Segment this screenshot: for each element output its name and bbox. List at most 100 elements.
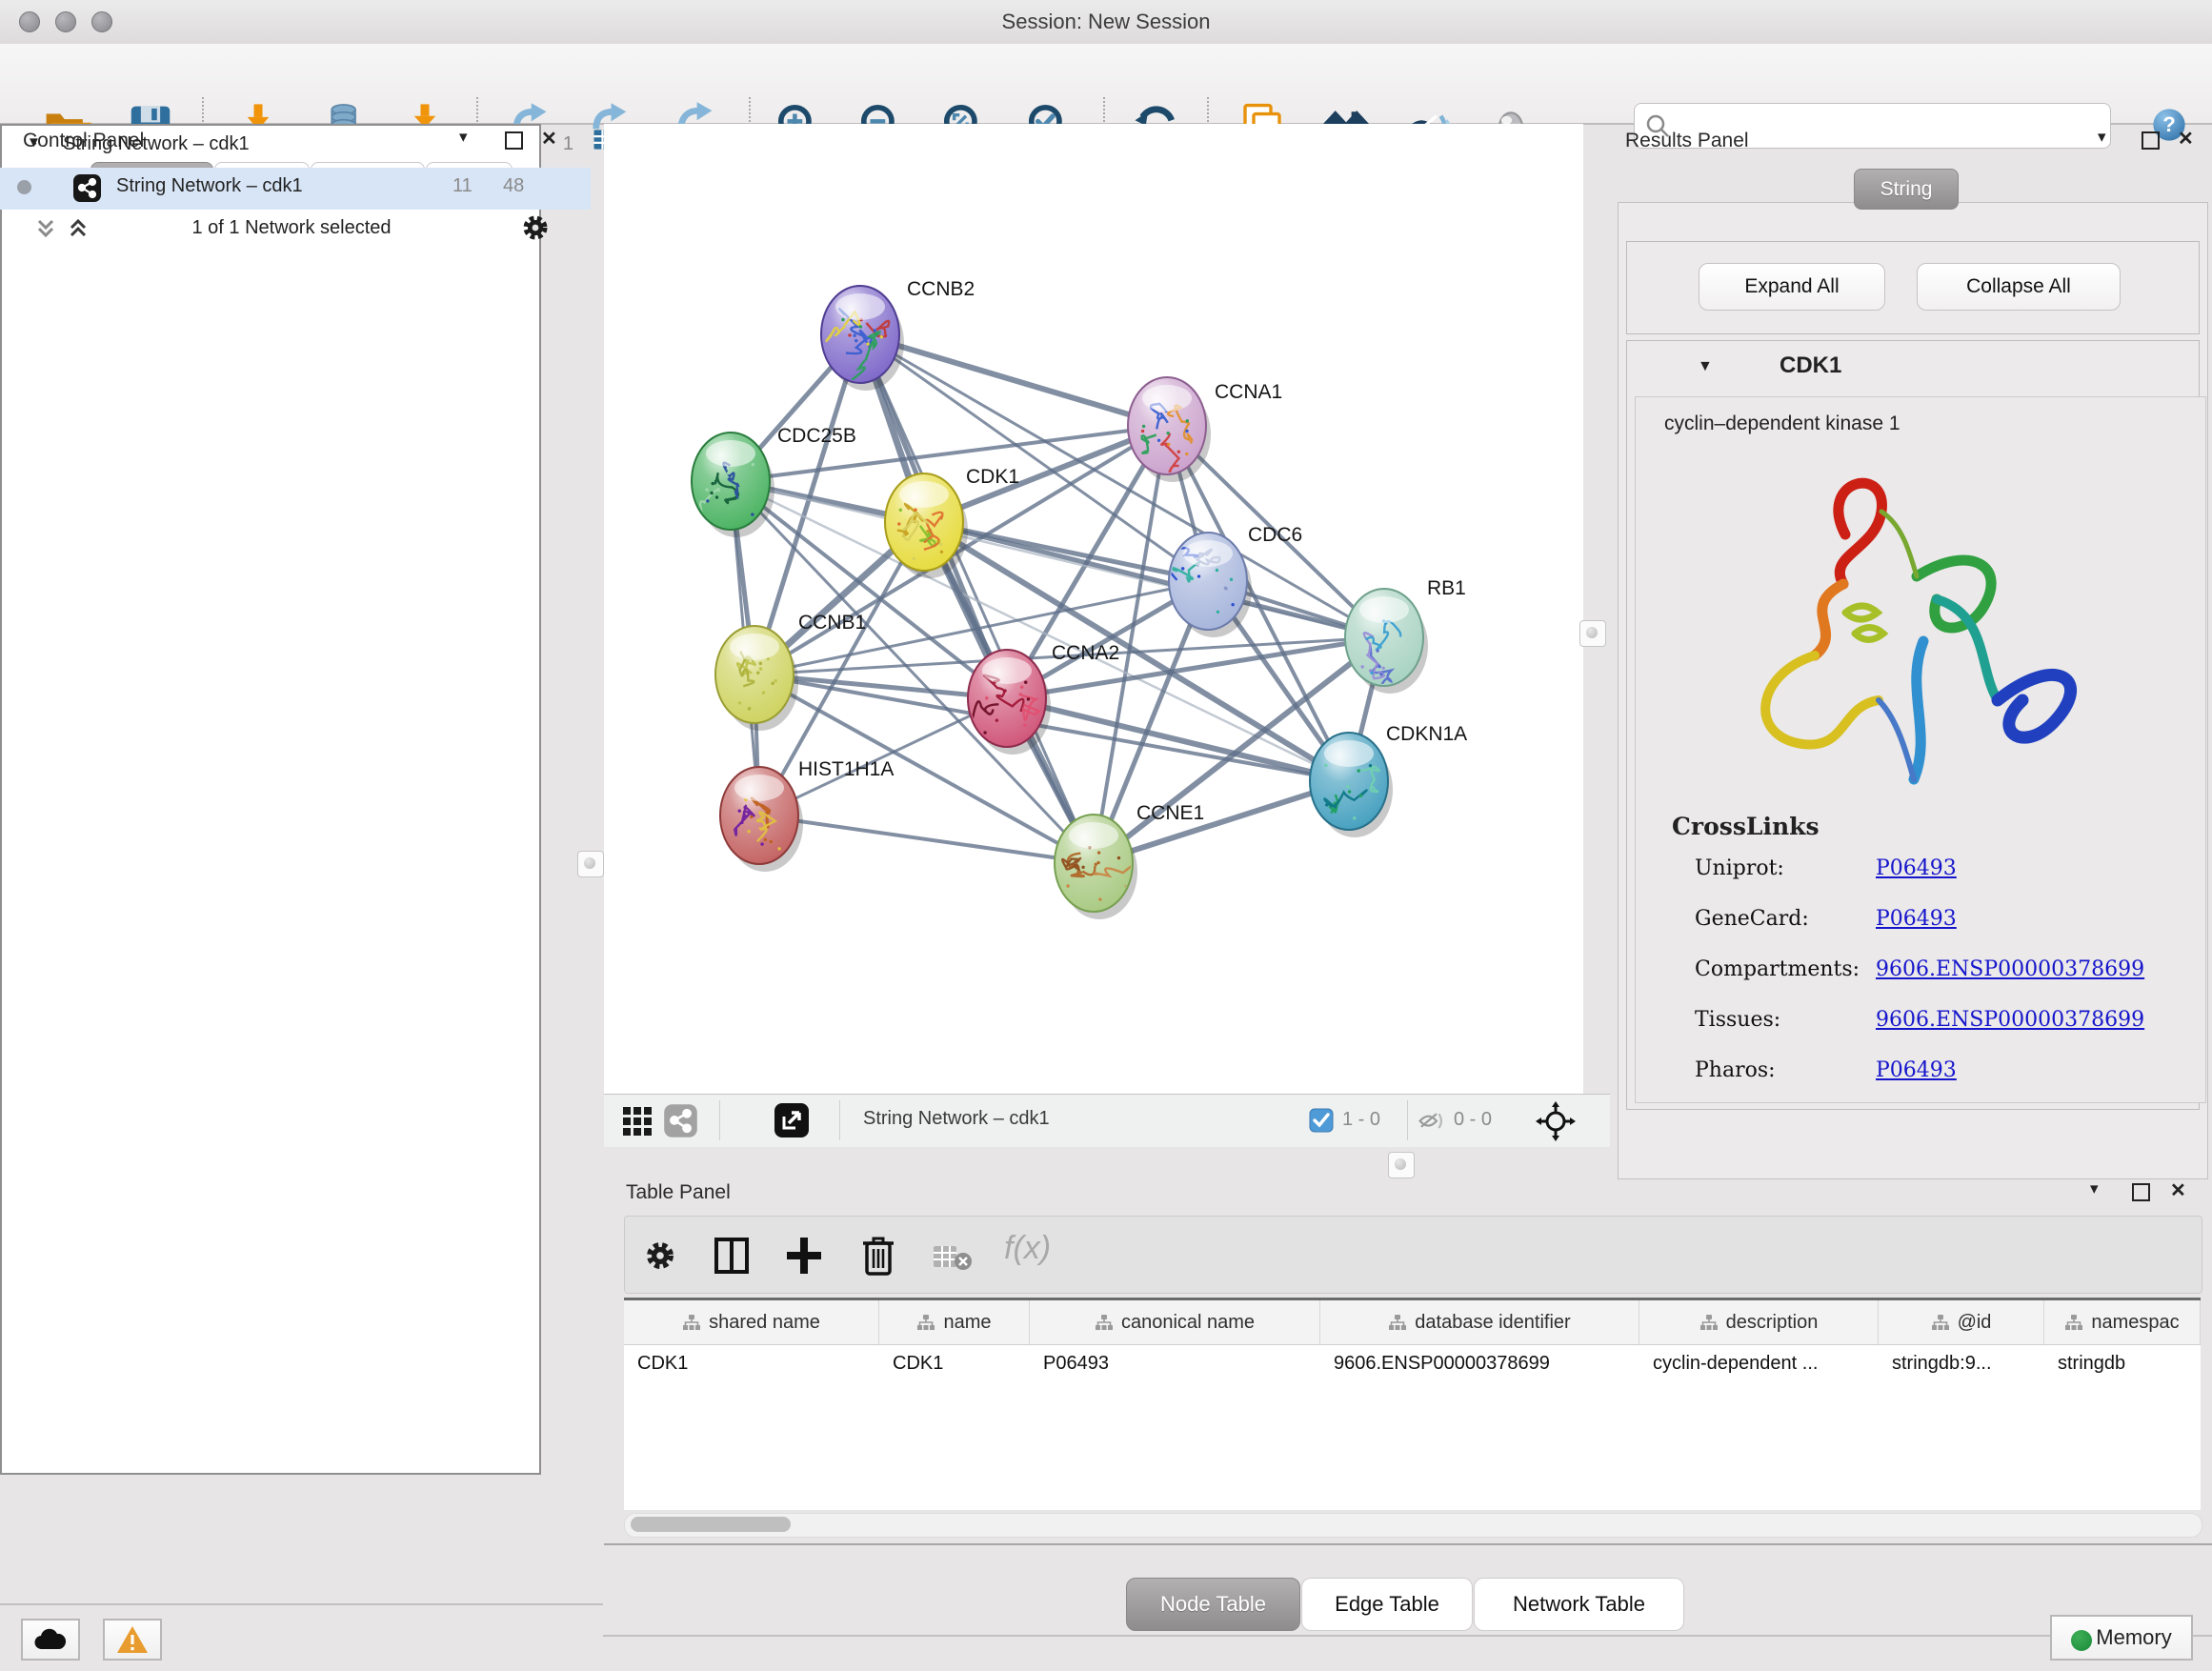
crosslink-row: Compartments: [1695, 957, 1860, 981]
crosslink-link[interactable]: P06493 [1876, 1058, 1957, 1082]
column-header[interactable]: canonical name [1030, 1300, 1320, 1344]
protein-node-CDK1[interactable]: CDK1 [885, 466, 1019, 578]
table-cell[interactable]: CDK1 [624, 1344, 879, 1382]
birds-eye-view-icon[interactable] [774, 1102, 810, 1138]
column-header[interactable]: database identifier [1320, 1300, 1639, 1344]
memory-button[interactable]: Memory [2050, 1615, 2193, 1661]
protein-node-CCNB1[interactable]: CCNB1 [715, 612, 866, 731]
crosslinks-title: CrossLinks [1672, 813, 1820, 840]
column-header[interactable]: description [1639, 1300, 1879, 1344]
pan-crosshair-icon[interactable] [1536, 1101, 1576, 1141]
memory-status-dot [2071, 1630, 2092, 1651]
table-cell[interactable]: stringdb:9... [1879, 1344, 2044, 1382]
table-options-gear-icon[interactable] [642, 1238, 678, 1274]
network-options-gear-icon[interactable] [519, 211, 552, 244]
network-collection-row[interactable]: ▼ String Network – cdk1 1 [0, 126, 591, 168]
collapse-all-icon[interactable] [32, 215, 59, 242]
expand-all-button[interactable]: Expand All [1699, 263, 1885, 311]
entry-name: CDK1 [1780, 352, 1841, 379]
show-columns-icon[interactable] [713, 1236, 751, 1276]
table-panel-title: Table Panel [626, 1181, 731, 1204]
network-view-icon[interactable] [663, 1103, 698, 1138]
tab-edge-table[interactable]: Edge Table [1301, 1578, 1473, 1631]
view-toolbar-separator [1407, 1100, 1408, 1140]
protein-structure-image [1702, 451, 2102, 813]
delete-column-icon[interactable] [859, 1234, 897, 1278]
table-cell[interactable]: CDK1 [879, 1344, 1030, 1382]
bottom-splitter-handle[interactable] [1388, 1152, 1415, 1178]
crosslink-link[interactable]: P06493 [1876, 856, 1957, 880]
crosslink-link[interactable]: P06493 [1876, 907, 1957, 931]
node-label-CDC6: CDC6 [1248, 524, 1302, 546]
protein-node-CCNB2[interactable]: CCNB2 [821, 278, 975, 391]
table-horizontal-scrollbar[interactable] [624, 1513, 2202, 1538]
table-cell[interactable]: P06493 [1030, 1344, 1320, 1382]
warning-status-button[interactable] [103, 1619, 162, 1661]
network-row-selected[interactable]: String Network – cdk1 11 48 [0, 168, 591, 210]
results-panel-float-icon[interactable] [2142, 131, 2160, 150]
add-column-icon[interactable] [785, 1236, 823, 1276]
entry-collapse-icon[interactable]: ▼ [1698, 358, 1713, 375]
right-splitter-handle[interactable] [1579, 620, 1606, 647]
tab-node-table[interactable]: Node Table [1126, 1578, 1300, 1631]
table-row[interactable]: CDK1CDK1P064939606.ENSP00000378699cyclin… [624, 1344, 2201, 1382]
protein-node-HIST1H1A[interactable]: HIST1H1A [720, 758, 894, 872]
table-panel-close-icon[interactable]: ✕ [2170, 1178, 2186, 1202]
table-panel-menu-icon[interactable]: ▾ [2090, 1179, 2099, 1198]
grid-view-icon[interactable] [621, 1105, 654, 1137]
selected-checkbox-icon[interactable] [1309, 1108, 1334, 1133]
network-graph[interactable]: CCNB2CCNA1CDC25BCDK1CDC6RB1CCNB1CCNA2CDK… [604, 124, 1583, 1094]
column-sort-icon [916, 1314, 935, 1331]
network-status-dot [17, 180, 31, 194]
node-label-CCNE1: CCNE1 [1136, 802, 1204, 824]
node-entry-section: ▼ CDK1 cyclin–dependent kinase 1 [1626, 340, 2200, 1110]
crosslink-row: Tissues: [1695, 1008, 1780, 1032]
node-label-RB1: RB1 [1427, 577, 1466, 599]
entry-description: cyclin–dependent kinase 1 [1664, 413, 1900, 435]
view-toolbar-separator [719, 1100, 720, 1140]
title-bar: Session: New Session [0, 0, 2212, 45]
collapse-all-button[interactable]: Collapse All [1917, 263, 2121, 311]
results-panel-menu-icon[interactable]: ▾ [2098, 128, 2106, 147]
selected-counter: 1 - 0 [1342, 1109, 1380, 1131]
view-toolbar-separator [839, 1100, 840, 1140]
column-header[interactable]: namespac [2044, 1300, 2201, 1344]
crosslink-link[interactable]: 9606.ENSP00000378699 [1876, 1008, 2144, 1032]
protein-node-CDC6[interactable]: CDC6 [1160, 524, 1302, 637]
table-cell[interactable]: 9606.ENSP00000378699 [1320, 1344, 1639, 1382]
entry-content: cyclin–dependent kinase 1 CrossLinks [1635, 396, 2206, 1103]
function-builder-icon[interactable]: f(x) [1004, 1230, 1051, 1267]
cloud-status-button[interactable] [21, 1619, 80, 1661]
results-panel-close-icon[interactable]: ✕ [2178, 127, 2194, 151]
column-header[interactable]: name [879, 1300, 1030, 1344]
selection-status: 1 of 1 Network selected [114, 217, 469, 239]
protein-node-CCNA1[interactable]: CCNA1 [1128, 377, 1282, 482]
node-label-CDC25B: CDC25B [777, 425, 856, 447]
table-header-row: shared namenamecanonical namedatabase id… [624, 1300, 2201, 1345]
column-header[interactable]: shared name [624, 1300, 879, 1344]
table-panel-float-icon[interactable] [2132, 1183, 2150, 1201]
tab-network-table[interactable]: Network Table [1474, 1578, 1684, 1631]
table-cell[interactable]: stringdb [2044, 1344, 2201, 1382]
column-header[interactable]: @id [1879, 1300, 2044, 1344]
crosslink-link[interactable]: 9606.ENSP00000378699 [1876, 957, 2144, 981]
collection-expand-icon[interactable]: ▼ [27, 134, 41, 151]
protein-node-CDKN1A[interactable]: CDKN1A [1310, 723, 1467, 837]
expand-all-icon[interactable] [65, 215, 91, 242]
left-splitter-handle[interactable] [577, 851, 604, 877]
protein-node-CCNE1[interactable]: CCNE1 [1055, 802, 1204, 919]
delete-table-icon[interactable] [932, 1243, 974, 1272]
string-network-icon [72, 173, 102, 203]
protein-node-CDC25B[interactable]: CDC25B [667, 425, 856, 537]
crosslink-label: GeneCard: [1695, 907, 1809, 931]
results-buttons-bar: Expand All Collapse All [1626, 241, 2200, 334]
table-cell[interactable]: cyclin-dependent ... [1639, 1344, 1879, 1382]
view-network-title: String Network – cdk1 [863, 1108, 1050, 1130]
results-panel-title: Results Panel [1625, 130, 1749, 152]
protein-node-RB1[interactable]: RB1 [1345, 577, 1466, 694]
tab-string[interactable]: String [1854, 169, 1959, 210]
network-canvas[interactable]: CCNB2CCNA1CDC25BCDK1CDC6RB1CCNB1CCNA2CDK… [604, 124, 1583, 1094]
warning-icon [116, 1625, 149, 1654]
scrollbar-thumb[interactable] [631, 1517, 791, 1532]
hidden-eye-icon[interactable] [1418, 1108, 1446, 1133]
